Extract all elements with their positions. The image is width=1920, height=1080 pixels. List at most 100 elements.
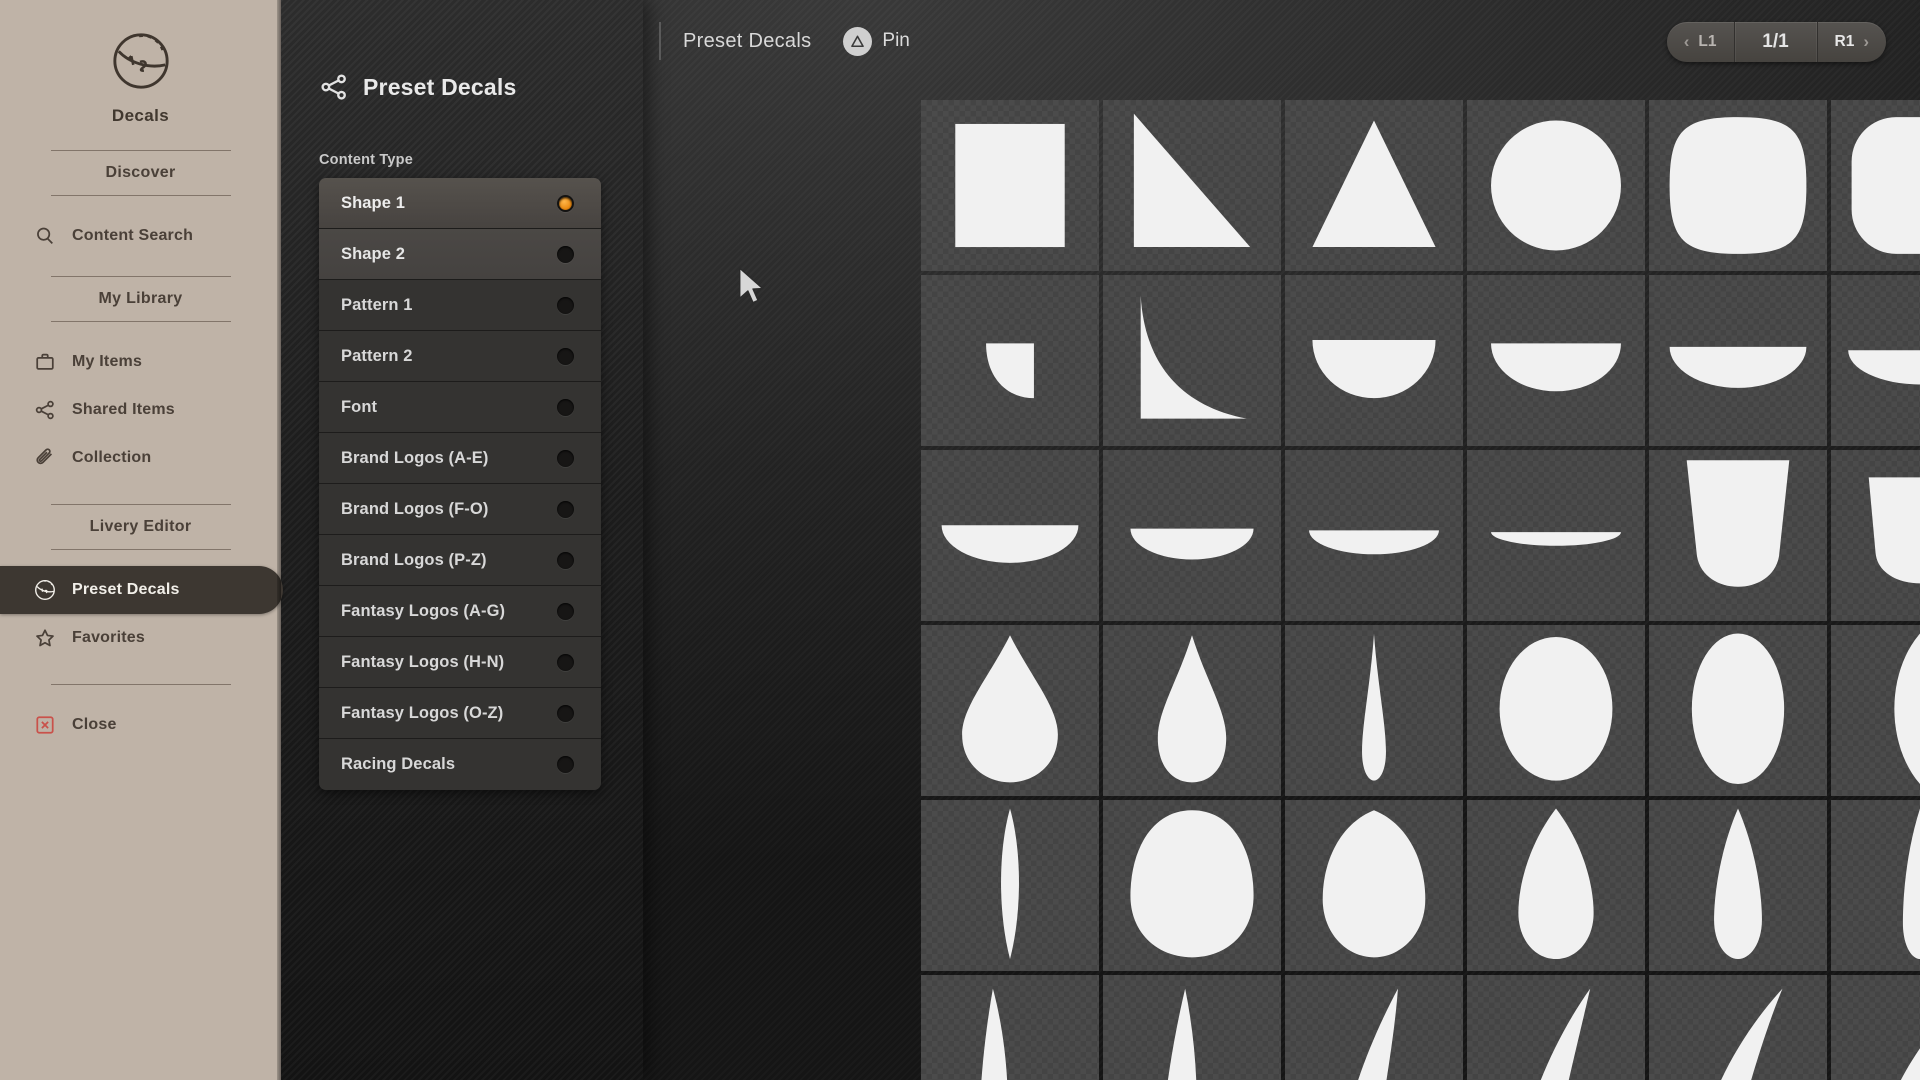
decal-tile[interactable] <box>921 975 1099 1080</box>
star-icon <box>34 627 56 649</box>
sidebar-item-my-items[interactable]: My Items <box>0 338 281 386</box>
sidebar-item-collection[interactable]: Collection <box>0 434 281 482</box>
radio-indicator[interactable] <box>557 602 574 620</box>
decal-tile[interactable] <box>1649 275 1827 446</box>
decal-tile[interactable] <box>921 275 1099 446</box>
radio-indicator[interactable] <box>557 653 574 671</box>
chevron-right-icon: › <box>1863 32 1869 51</box>
decal-tile[interactable] <box>1467 275 1645 446</box>
pagination-control[interactable]: ‹ L1 1/1 R1 › <box>1666 22 1887 62</box>
decal-tile[interactable] <box>1649 975 1827 1080</box>
decal-tile[interactable] <box>1285 625 1463 796</box>
decal-tile[interactable] <box>1285 800 1463 971</box>
chevron-left-icon: ‹ <box>1683 32 1690 51</box>
decal-tile[interactable] <box>1649 450 1827 621</box>
decal-tile[interactable] <box>1103 975 1281 1080</box>
decal-tile[interactable] <box>1467 100 1645 271</box>
decal-tile[interactable] <box>1285 975 1463 1080</box>
decal-tile[interactable] <box>1103 275 1281 446</box>
content-type-item-label: Fantasy Logos (O-Z) <box>341 703 504 722</box>
content-type-item[interactable]: Fantasy Logos (O-Z) <box>319 688 601 739</box>
decal-tile[interactable] <box>1831 625 1920 796</box>
page-indicator: 1/1 <box>1733 22 1818 62</box>
decal-tile[interactable] <box>921 450 1099 621</box>
content-type-item[interactable]: Fantasy Logos (A-G) <box>319 586 601 637</box>
decal-tile[interactable] <box>1103 625 1281 796</box>
content-type-item-label: Shape 2 <box>341 244 405 263</box>
divider <box>50 549 231 550</box>
sidebar-item-preset-decals[interactable]: Preset Decals <box>0 566 283 614</box>
content-type-item[interactable]: Brand Logos (F-O) <box>319 484 601 535</box>
sidebar-item-close[interactable]: Close <box>0 701 281 749</box>
decal-tile[interactable] <box>1285 275 1463 446</box>
decal-tile[interactable] <box>1103 800 1281 971</box>
decal-tile[interactable] <box>921 800 1099 971</box>
radio-indicator[interactable] <box>557 398 574 416</box>
decal-tile[interactable] <box>1831 800 1920 971</box>
radio-indicator[interactable] <box>557 296 574 314</box>
content-type-item[interactable]: Shape 1 <box>319 178 601 229</box>
content-type-item[interactable]: Brand Logos (A-E) <box>319 433 601 484</box>
divider <box>50 276 231 277</box>
claw-2-shape <box>1167 988 1197 1080</box>
content-type-item[interactable]: Brand Logos (P-Z) <box>319 535 601 586</box>
content-type-item[interactable]: Racing Decals <box>319 739 601 790</box>
radio-indicator[interactable] <box>557 449 574 467</box>
content-type-item-label: Fantasy Logos (A-G) <box>341 601 506 620</box>
decal-tile[interactable] <box>1831 975 1920 1080</box>
decal-tile[interactable] <box>1285 450 1463 621</box>
radio-indicator[interactable] <box>557 756 574 773</box>
sidebar-item-label: Shared Items <box>72 401 175 418</box>
decal-tile[interactable] <box>1831 450 1920 621</box>
sidebar-item-content-search[interactable]: Content Search <box>0 212 281 260</box>
content-type-item[interactable]: Fantasy Logos (H-N) <box>319 637 601 688</box>
content-type-item[interactable]: Pattern 1 <box>319 280 601 331</box>
decal-tile[interactable] <box>921 625 1099 796</box>
divider <box>50 684 231 685</box>
decal-globe-icon <box>34 579 56 601</box>
petal-pointed-shape <box>1518 808 1594 960</box>
app-root: Decals Discover Content Search My Librar… <box>0 0 1920 1080</box>
decal-tile[interactable] <box>1103 450 1281 621</box>
content-type-item[interactable]: Pattern 2 <box>319 331 601 382</box>
decal-tile[interactable] <box>921 100 1099 271</box>
sidebar-item-favorites[interactable]: Favorites <box>0 614 281 662</box>
pin-button[interactable]: Pin <box>843 26 910 56</box>
rounded-square-lg-shape <box>1851 117 1920 254</box>
radio-indicator[interactable] <box>557 347 574 365</box>
decal-tile[interactable] <box>1103 100 1281 271</box>
egg-pointed-shape <box>1322 810 1426 958</box>
decal-tile[interactable] <box>1831 100 1920 271</box>
petal-narrow-shape <box>1714 808 1762 960</box>
half-disc-deep-shape <box>1312 339 1436 399</box>
content-type-item-label: Brand Logos (F-O) <box>341 499 489 518</box>
share-icon <box>34 399 56 421</box>
decal-tile[interactable] <box>1467 625 1645 796</box>
radio-indicator-selected[interactable] <box>557 194 574 212</box>
triangle-shape <box>1312 120 1436 248</box>
radio-indicator[interactable] <box>557 245 574 263</box>
content-type-item[interactable]: Shape 2 <box>319 229 601 280</box>
claw-3-shape <box>1358 988 1398 1080</box>
decal-tile[interactable] <box>1467 800 1645 971</box>
page-prev-button[interactable]: ‹ L1 <box>1667 22 1734 62</box>
page-next-button[interactable]: R1 › <box>1818 22 1887 62</box>
content-type-item-label: Brand Logos (A-E) <box>341 448 489 467</box>
decal-tile[interactable] <box>1649 100 1827 271</box>
radio-indicator[interactable] <box>557 500 574 518</box>
content-type-item[interactable]: Font <box>319 382 601 433</box>
circle-shape <box>1491 120 1621 251</box>
decal-tile[interactable] <box>1467 975 1645 1080</box>
decal-tile[interactable] <box>1467 450 1645 621</box>
radio-indicator[interactable] <box>557 551 574 569</box>
radio-indicator[interactable] <box>557 704 574 722</box>
half-disc-shallow-shape <box>1669 346 1807 388</box>
leaf-drop-shape <box>1157 635 1227 783</box>
decal-tile[interactable] <box>1649 625 1827 796</box>
sidebar-item-shared-items[interactable]: Shared Items <box>0 386 281 434</box>
decal-tile[interactable] <box>1831 275 1920 446</box>
decal-tile[interactable] <box>1649 800 1827 971</box>
sidebar-section-my-library: My Library <box>98 290 183 307</box>
decal-tile[interactable] <box>1285 100 1463 271</box>
divider <box>659 22 661 60</box>
